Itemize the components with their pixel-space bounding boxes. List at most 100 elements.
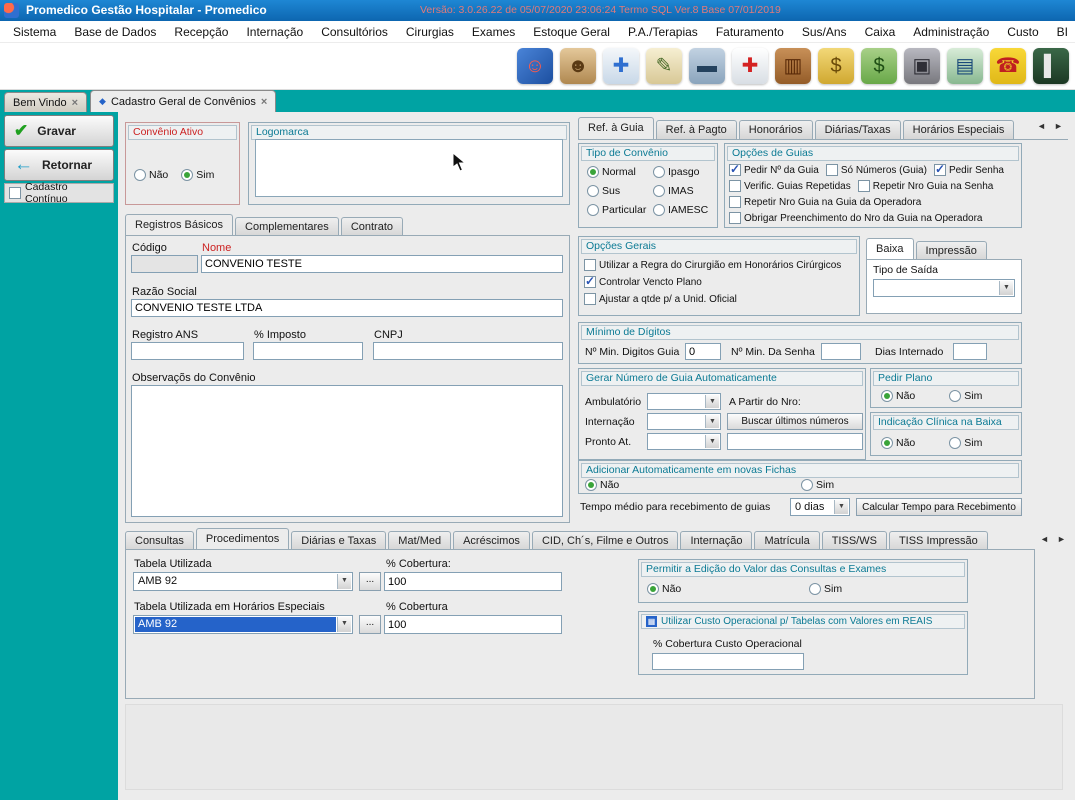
checkbox-icon[interactable] <box>9 187 21 199</box>
radio-icon[interactable] <box>653 204 665 216</box>
bi-icon[interactable]: ▌ <box>1033 48 1069 84</box>
radio-icon[interactable] <box>881 437 893 449</box>
radio-indicacao-nao[interactable]: Não <box>881 437 915 449</box>
tabela-horarios-especiais-dropdown[interactable]: AMB 92 ▼ <box>133 615 353 634</box>
dias-internado-input[interactable] <box>953 343 987 360</box>
tab-horarios-especiais[interactable]: Horários Especiais <box>903 120 1015 139</box>
radio-icon[interactable] <box>949 437 961 449</box>
dropdown-arrow-icon[interactable]: ▼ <box>834 500 848 514</box>
faturamento-icon[interactable]: $ <box>818 48 854 84</box>
gravar-button[interactable]: ✔ Gravar <box>4 115 114 147</box>
custo-operacional-icon[interactable]: ▦ <box>646 616 657 627</box>
tab-impressao[interactable]: Impressão <box>916 241 987 260</box>
min-senha-input[interactable] <box>821 343 861 360</box>
tempo-medio-dropdown[interactable]: 0 dias ▼ <box>790 498 850 516</box>
tab-honorarios[interactable]: Honorários <box>739 120 813 139</box>
dropdown-arrow-icon[interactable]: ▼ <box>705 415 719 428</box>
tab-ref-a-guia[interactable]: Ref. à Guia <box>578 117 654 139</box>
menu-item-estoque-geral[interactable]: Estoque Geral <box>524 23 619 41</box>
radio-sus[interactable]: Sus <box>587 185 653 197</box>
radio-indicacao-sim[interactable]: Sim <box>949 437 982 449</box>
checkbox-pedir-numero-guia[interactable]: Pedir Nº da Guia <box>729 164 819 176</box>
radio-icon[interactable] <box>181 169 193 181</box>
tab-procedimentos[interactable]: Procedimentos <box>196 528 289 550</box>
bottom-tabs-scroll-right-icon[interactable]: ► <box>1054 533 1069 547</box>
menu-item-sistema[interactable]: Sistema <box>4 23 65 41</box>
retornar-button[interactable]: ← Retornar <box>4 149 114 181</box>
menu-item-caixa[interactable]: Caixa <box>856 23 905 41</box>
tab-acrescimos[interactable]: Acréscimos <box>453 531 530 550</box>
tab-registros-basicos[interactable]: Registros Básicos <box>125 214 233 236</box>
close-tab-icon[interactable]: × <box>261 96 267 108</box>
menu-item-recepcao[interactable]: Recepção <box>165 23 237 41</box>
menu-item-internacao[interactable]: Internação <box>237 23 312 41</box>
radio-icon[interactable] <box>801 479 813 491</box>
dropdown-arrow-icon[interactable]: ▼ <box>337 574 351 589</box>
radio-pedir-plano-sim[interactable]: Sim <box>949 390 982 402</box>
menu-item-sus-ans[interactable]: Sus/Ans <box>793 23 856 41</box>
tab-matricula[interactable]: Matrícula <box>754 531 819 550</box>
checkbox-obrigar-preenchimento-nro-guia[interactable]: Obrigar Preenchimento do Nro da Guia na … <box>729 212 982 224</box>
cofre-icon[interactable]: ▣ <box>904 48 940 84</box>
radio-convenio-sim[interactable]: Sim <box>181 169 214 181</box>
bottom-tabs-scroll-left-icon[interactable]: ◄ <box>1037 533 1052 547</box>
cobertura-input[interactable] <box>384 572 562 591</box>
menu-item-cirurgias[interactable]: Cirurgias <box>397 23 463 41</box>
radio-icon[interactable] <box>949 390 961 402</box>
radio-permitir-sim[interactable]: Sim <box>809 583 842 595</box>
internacao-dropdown[interactable]: ▼ <box>647 413 721 430</box>
radio-icon[interactable] <box>587 204 599 216</box>
codigo-input[interactable] <box>131 255 198 273</box>
dropdown-arrow-icon[interactable]: ▼ <box>999 281 1013 295</box>
tabela-browse-button[interactable]: ... <box>359 572 381 591</box>
calcular-tempo-button[interactable]: Calcular Tempo para Recebimento <box>856 498 1022 516</box>
cobertura-custo-operacional-input[interactable] <box>652 653 804 670</box>
tabs-scroll-right-icon[interactable]: ► <box>1051 120 1066 134</box>
radio-icon[interactable] <box>881 390 893 402</box>
consultorios-icon[interactable]: ✚ <box>603 48 639 84</box>
radio-icon[interactable] <box>809 583 821 595</box>
cnpj-input[interactable] <box>373 342 563 360</box>
buscar-ultimos-numeros-button[interactable]: Buscar últimos números <box>727 413 863 430</box>
tabela-horarios-browse-button[interactable]: ... <box>359 615 381 634</box>
cadastro-continuo-checkbox[interactable]: Cadastro Contínuo <box>4 183 114 203</box>
tabs-scroll-left-icon[interactable]: ◄ <box>1034 120 1049 134</box>
radio-ipasgo[interactable]: Ipasgo <box>653 166 700 178</box>
tab-complementares[interactable]: Complementares <box>235 217 339 236</box>
checkbox-pedir-senha[interactable]: Pedir Senha <box>934 164 1004 176</box>
tab-diarias-e-taxas[interactable]: Diárias e Taxas <box>291 531 386 550</box>
dropdown-arrow-icon[interactable]: ▼ <box>337 617 351 632</box>
imposto-input[interactable] <box>253 342 363 360</box>
radio-convenio-nao[interactable]: Não <box>134 169 168 181</box>
tipo-saida-dropdown[interactable]: ▼ <box>873 279 1015 297</box>
checkbox-repetir-nro-guia-operadora[interactable]: Repetir Nro Guia na Guia da Operadora <box>729 196 921 208</box>
menu-item-bi[interactable]: BI <box>1048 23 1075 41</box>
tab-baixa[interactable]: Baixa <box>866 238 914 260</box>
recepcao-icon[interactable]: ☻ <box>560 48 596 84</box>
tab-consultas[interactable]: Consultas <box>125 531 194 550</box>
tab-tiss-ws[interactable]: TISS/WS <box>822 531 887 550</box>
radio-icon[interactable] <box>653 166 665 178</box>
exames-icon[interactable]: ✎ <box>646 48 682 84</box>
checkbox-icon[interactable] <box>934 164 946 176</box>
checkbox-so-numeros-guia[interactable]: Só Números (Guia) <box>826 164 927 176</box>
radio-adicionar-sim[interactable]: Sim <box>801 479 834 491</box>
checkbox-icon[interactable] <box>826 164 838 176</box>
checkbox-icon[interactable] <box>584 259 596 271</box>
checkbox-repetir-nro-guia-senha[interactable]: Repetir Nro Guia na Senha <box>858 180 994 192</box>
checkbox-regra-cirurgiao[interactable]: Utilizar a Regra do Cirurgião em Honorár… <box>584 259 841 271</box>
tab-ref-a-pagto[interactable]: Ref. à Pagto <box>656 120 737 139</box>
cobertura-esp-input[interactable] <box>384 615 562 634</box>
suporte-icon[interactable]: ☺ <box>517 48 553 84</box>
pronto-at-dropdown[interactable]: ▼ <box>647 433 721 450</box>
ambulatorio-dropdown[interactable]: ▼ <box>647 393 721 410</box>
radio-icon[interactable] <box>653 185 665 197</box>
radio-iamesc[interactable]: IAMESC <box>653 204 708 216</box>
close-tab-icon[interactable]: × <box>72 97 78 109</box>
radio-imas[interactable]: IMAS <box>653 185 694 197</box>
menu-item-pa-terapias[interactable]: P.A./Terapias <box>619 23 707 41</box>
radio-particular[interactable]: Particular <box>587 204 653 216</box>
dropdown-arrow-icon[interactable]: ▼ <box>705 435 719 448</box>
radio-icon[interactable] <box>585 479 597 491</box>
razao-social-input[interactable] <box>131 299 563 317</box>
